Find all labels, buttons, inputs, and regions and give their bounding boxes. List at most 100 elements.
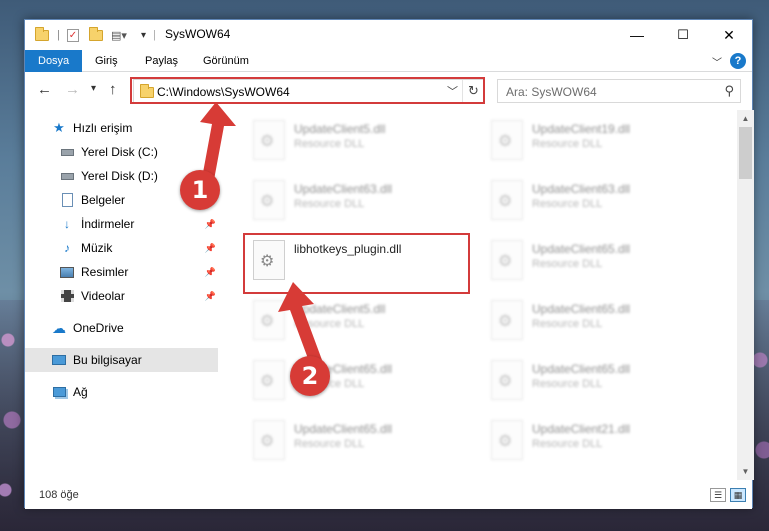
sidebar-item-downloads[interactable]: ↓ İndirmeler 📌 bbox=[25, 212, 218, 236]
forward-arrow-icon[interactable]: → bbox=[65, 81, 80, 98]
pin-icon[interactable]: 📌 bbox=[205, 243, 216, 254]
pin-icon[interactable]: 📌 bbox=[205, 219, 216, 230]
sidebar-item-label: Videolar bbox=[81, 289, 125, 303]
file-name: UpdateClient21.dll bbox=[532, 422, 631, 436]
dll-file-icon bbox=[491, 420, 523, 460]
file-name: UpdateClient65.dll bbox=[532, 362, 631, 376]
star-icon: ★ bbox=[53, 120, 65, 135]
sidebar-item-label: Ağ bbox=[73, 385, 88, 399]
ribbon-tabs: Dosya Giriş Paylaş Görünüm ﹀ ? bbox=[25, 50, 752, 72]
file-type: Resource DLL bbox=[532, 198, 603, 210]
file-name: UpdateClient65.dll bbox=[532, 242, 631, 256]
customize-toolbar-icon[interactable]: ▤▾ bbox=[111, 26, 127, 44]
file-type: Resource DLL bbox=[294, 318, 365, 330]
chevron-down-icon[interactable]: ﹀ bbox=[712, 54, 722, 69]
file-highlight bbox=[243, 233, 470, 294]
back-arrow-icon[interactable]: ← bbox=[37, 81, 52, 98]
navigation-pane: ★ Hızlı erişim Yerel Disk (C:) Yerel Dis… bbox=[25, 116, 220, 481]
list-item[interactable]: UpdateClient21.dll Resource DLL bbox=[483, 414, 713, 466]
sidebar-item-onedrive[interactable]: ☁ OneDrive bbox=[25, 316, 218, 340]
sidebar-item-quick-access[interactable]: ★ Hızlı erişim bbox=[25, 116, 218, 140]
tab-giris[interactable]: Giriş bbox=[85, 50, 128, 72]
list-item[interactable]: UpdateClient65.dll Resource DLL bbox=[483, 234, 713, 286]
sidebar-item-label: Bu bilgisayar bbox=[73, 353, 142, 367]
details-view-icon[interactable]: ☰ bbox=[710, 488, 726, 502]
dll-file-icon bbox=[491, 120, 523, 160]
tab-gorunum[interactable]: Görünüm bbox=[193, 50, 259, 72]
file-name: UpdateClient5.dll bbox=[294, 122, 386, 136]
scroll-down-icon[interactable]: ▼ bbox=[737, 463, 754, 480]
maximize-button[interactable]: ☐ bbox=[660, 20, 706, 50]
sidebar-item-this-pc[interactable]: Bu bilgisayar bbox=[25, 348, 218, 372]
file-type: Resource DLL bbox=[294, 138, 365, 150]
file-name: UpdateClient63.dll bbox=[294, 182, 393, 196]
address-bar-highlight bbox=[130, 77, 485, 104]
file-type: Resource DLL bbox=[532, 138, 603, 150]
search-input[interactable]: Ara: SysWOW64 bbox=[506, 85, 597, 99]
file-name: UpdateClient63.dll bbox=[532, 182, 631, 196]
file-name: UpdateClient19.dll bbox=[532, 122, 631, 136]
sidebar-item-network[interactable]: Ağ bbox=[25, 380, 218, 404]
dll-file-icon bbox=[253, 120, 285, 160]
computer-icon bbox=[51, 352, 67, 368]
item-count: 108 öğe bbox=[39, 489, 79, 501]
dll-file-icon bbox=[253, 180, 285, 220]
step-2-badge: 2 bbox=[290, 356, 330, 396]
help-icon[interactable]: ? bbox=[730, 53, 746, 69]
list-item[interactable]: UpdateClient65.dll Resource DLL bbox=[483, 294, 713, 346]
list-item[interactable]: UpdateClient5.dll Resource DLL bbox=[245, 114, 475, 166]
file-type: Resource DLL bbox=[294, 438, 365, 450]
list-item[interactable]: UpdateClient19.dll Resource DLL bbox=[483, 114, 713, 166]
large-icons-view-icon[interactable]: ▦ bbox=[730, 488, 746, 502]
file-name: UpdateClient65.dll bbox=[532, 302, 631, 316]
file-type: Resource DLL bbox=[532, 438, 603, 450]
tab-paylas[interactable]: Paylaş bbox=[135, 50, 188, 72]
sidebar-item-label: Yerel Disk (C:) bbox=[81, 145, 158, 159]
file-type: Resource DLL bbox=[294, 198, 365, 210]
list-item[interactable]: UpdateClient65.dll Resource DLL bbox=[483, 354, 713, 406]
scrollbar-thumb[interactable] bbox=[739, 127, 752, 179]
sidebar-item-videos[interactable]: Videolar 📌 bbox=[25, 284, 218, 308]
download-icon: ↓ bbox=[64, 217, 70, 231]
video-icon bbox=[59, 288, 75, 304]
documents-icon bbox=[59, 192, 75, 208]
cloud-icon: ☁ bbox=[52, 319, 66, 336]
recent-locations-icon[interactable]: ▾ bbox=[91, 83, 96, 94]
list-item[interactable]: UpdateClient65.dll Resource DLL bbox=[245, 414, 475, 466]
properties-icon[interactable]: ✓ bbox=[67, 26, 79, 44]
tab-dosya[interactable]: Dosya bbox=[25, 50, 83, 72]
close-button[interactable]: ✕ bbox=[706, 20, 752, 50]
new-folder-icon[interactable] bbox=[89, 26, 103, 44]
sidebar-item-pictures[interactable]: Resimler 📌 bbox=[25, 260, 218, 284]
file-type: Resource DLL bbox=[532, 318, 603, 330]
pin-icon[interactable]: 📌 bbox=[205, 267, 216, 278]
folder-icon bbox=[35, 26, 49, 44]
vertical-scrollbar[interactable]: ▲ ▼ bbox=[737, 110, 754, 480]
status-bar: 108 öğe ☰ ▦ bbox=[25, 483, 752, 509]
scroll-up-icon[interactable]: ▲ bbox=[737, 110, 754, 127]
list-item[interactable]: UpdateClient63.dll Resource DLL bbox=[483, 174, 713, 226]
dll-file-icon bbox=[253, 300, 285, 340]
sidebar-item-local-disk-c[interactable]: Yerel Disk (C:) bbox=[25, 140, 218, 164]
sidebar-item-label: Yerel Disk (D:) bbox=[81, 169, 158, 183]
list-item[interactable]: UpdateClient63.dll Resource DLL bbox=[245, 174, 475, 226]
sidebar-item-music[interactable]: ♪ Müzik 📌 bbox=[25, 236, 218, 260]
file-type: Resource DLL bbox=[532, 258, 603, 270]
sidebar-item-label: OneDrive bbox=[73, 321, 124, 335]
search-box[interactable]: Ara: SysWOW64 ⚲ bbox=[497, 79, 741, 103]
qa-dropdown-icon[interactable]: ▾ bbox=[141, 26, 146, 44]
up-arrow-icon[interactable]: ↑ bbox=[109, 81, 117, 98]
file-list: UpdateClient5.dll Resource DLL UpdateCli… bbox=[221, 110, 737, 480]
search-icon: ⚲ bbox=[724, 83, 734, 98]
list-item[interactable]: UpdateClient65.dll Resource DLL bbox=[245, 354, 475, 406]
list-item[interactable]: UpdateClient5.dll Resource DLL bbox=[245, 294, 475, 346]
pin-icon[interactable]: 📌 bbox=[205, 291, 216, 302]
music-icon: ♪ bbox=[64, 241, 70, 255]
dll-file-icon bbox=[491, 300, 523, 340]
minimize-button[interactable]: — bbox=[614, 20, 660, 50]
dll-file-icon bbox=[253, 360, 285, 400]
network-icon bbox=[51, 384, 67, 400]
dll-file-icon bbox=[491, 240, 523, 280]
dll-file-icon bbox=[491, 360, 523, 400]
drive-icon bbox=[59, 144, 75, 160]
